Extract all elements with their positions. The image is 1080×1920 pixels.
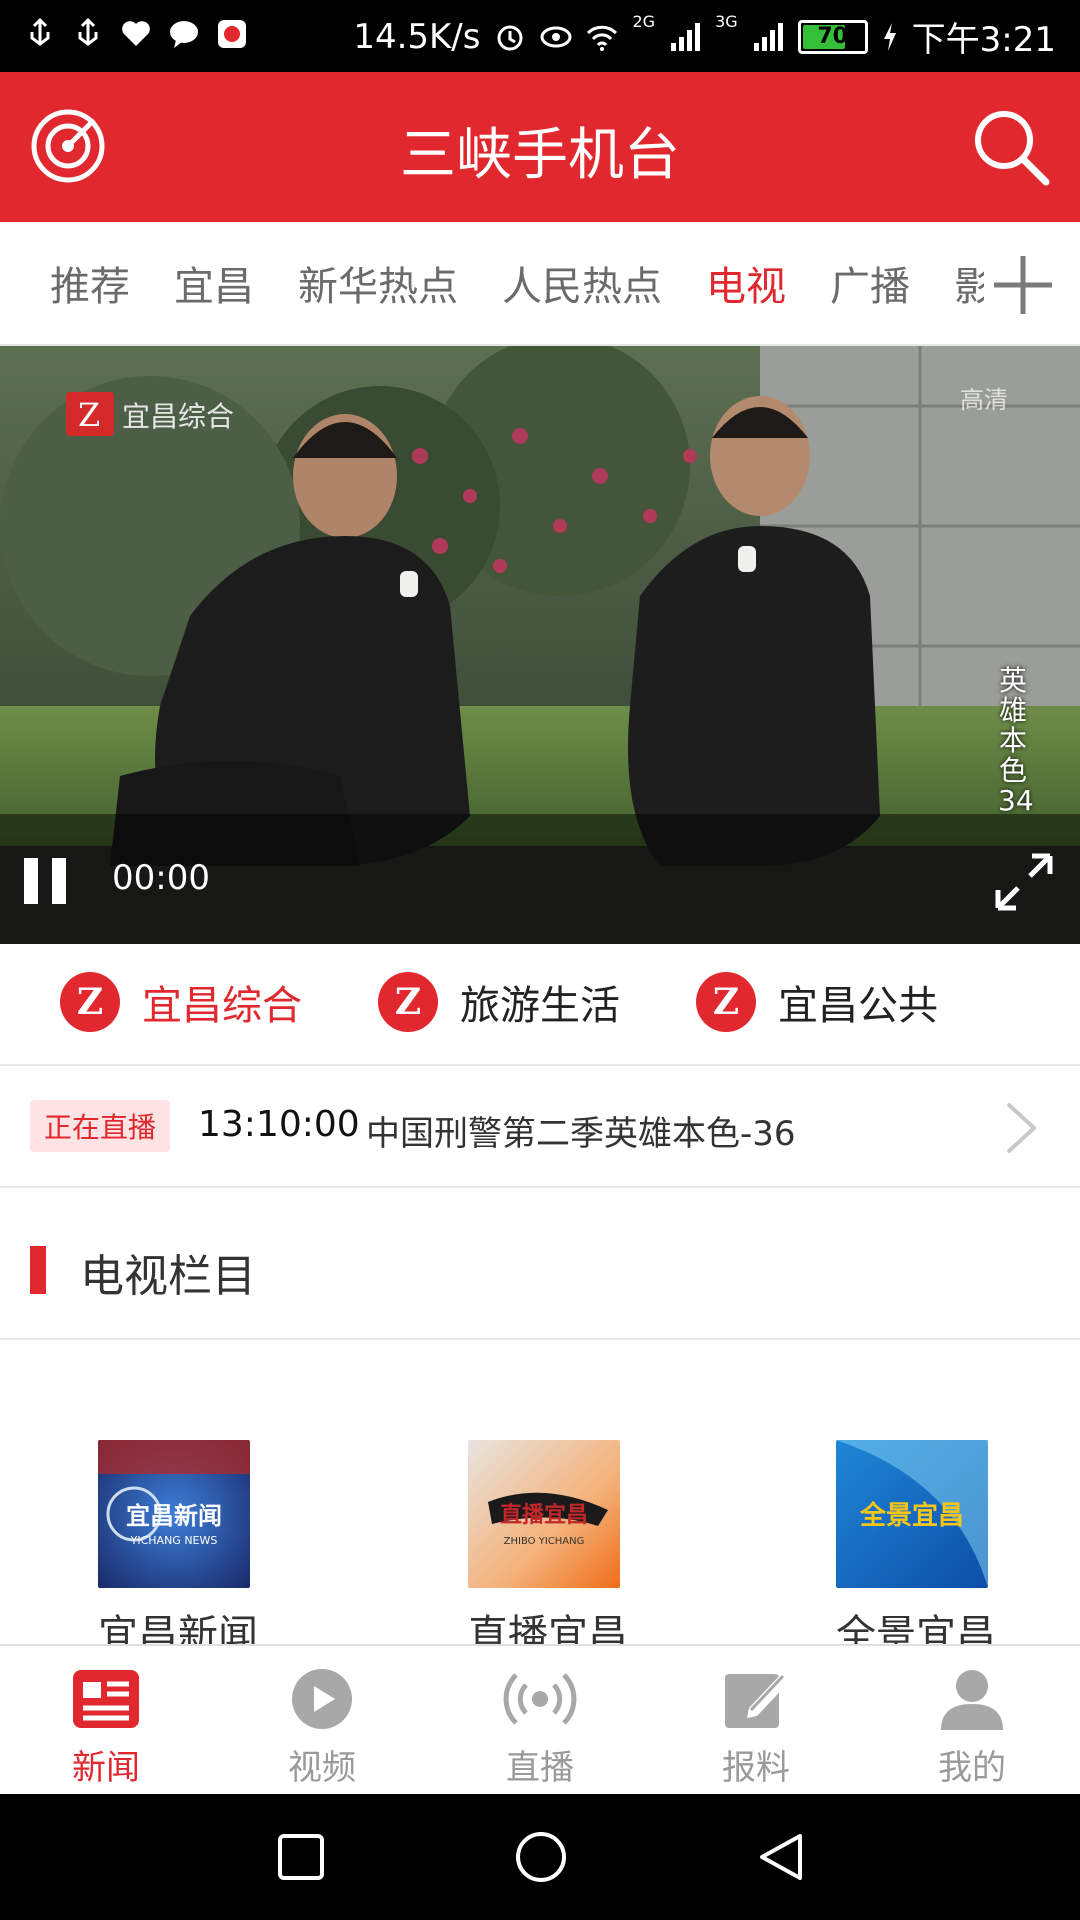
app-header: 三峡手机台 [0,72,1080,222]
category-tabs: 推荐 宜昌 新华热点 人民热点 电视 广播影 [0,222,1080,346]
program-thumb-text-0: 宜昌新闻 [126,1502,222,1530]
edit-icon [725,1674,789,1728]
battery-level: 70 [817,24,848,49]
tab-2[interactable]: 新华热点 [298,254,458,312]
status-bar: 14.5K/s 2G 3G 70 下午3:21 [0,0,1080,72]
channel-logo-icon: Z [60,972,120,1032]
channel-logo-icon: Z [378,972,438,1032]
chat-icon [170,21,198,48]
tv-program-grid: 宜昌新闻 YICHANG NEWS 宜昌新闻 直播宜昌 ZHIBO YICHAN… [0,1370,1080,1644]
nav-item-live[interactable]: 直播 [480,1668,600,1789]
channel-logo-icon: Z [696,972,756,1032]
battery-icon: 70 [797,19,868,54]
program-label-0: 宜昌新闻 [98,1612,258,1644]
channel-selector: Z 宜昌综合 Z 旅游生活 Z 宜昌公共 [0,944,1080,1066]
program-tile-1[interactable]: 直播宜昌 ZHIBO YICHANG 直播宜昌 [468,1440,628,1644]
nav-item-news[interactable]: 新闻 [46,1668,166,1789]
play-icon [292,1669,352,1729]
health-icon [122,21,150,46]
signal-2g-label: 2G [632,12,656,31]
nav-item-video[interactable]: 视频 [262,1668,382,1789]
program-thumb-text-1: 直播宜昌 [500,1502,588,1528]
nav-label-report: 报料 [722,1748,790,1788]
channel-label-1: 旅游生活 [460,983,620,1029]
program-label-1: 直播宜昌 [468,1612,628,1644]
recent-apps-icon[interactable] [276,1832,326,1882]
program-thumb-2: 全景宜昌 [836,1440,988,1588]
svg-text:Z: Z [78,396,100,434]
video-vertical-title: 英雄本色34 [998,664,1034,817]
tab-3[interactable]: 人民热点 [502,254,662,312]
nav-label-me: 我的 [938,1748,1006,1788]
nav-item-report[interactable]: 报料 [696,1668,816,1789]
back-icon[interactable] [756,1830,806,1884]
program-tile-2[interactable]: 全景宜昌 全景宜昌 [836,1440,996,1644]
usb-debug-icon [78,18,98,46]
usb-icon [30,18,50,46]
section-title: 电视栏目 [80,1251,256,1302]
tab-0[interactable]: 推荐 [50,254,130,312]
now-playing-row[interactable]: 正在直播 13:10:00 中国刑警第二季英雄本色-36 [0,1066,1080,1188]
program-label-2: 全景宜昌 [836,1612,996,1644]
video-watermark: 高清 [960,386,1008,414]
live-program-title: 中国刑警第二季英雄本色-36 [366,1114,796,1154]
program-thumb-1: 直播宜昌 ZHIBO YICHANG [468,1440,620,1588]
signal-icon-2 [753,22,783,51]
wifi-icon [587,25,618,51]
program-thumb-0: 宜昌新闻 YICHANG NEWS [98,1440,250,1588]
channel-item-2[interactable]: Z 宜昌公共 [696,972,938,1032]
section-accent-bar [30,1246,46,1294]
signal-icon [671,22,701,51]
search-icon[interactable] [972,108,1050,186]
alarm-icon [497,25,523,50]
status-right: 14.5K/s 2G 3G 70 下午3:21 [353,12,1056,61]
broadcast-icon [503,1673,577,1725]
program-thumb-sub-0: YICHANG NEWS [130,1534,218,1547]
nav-label-video: 视频 [288,1748,356,1788]
channel-label-2: 宜昌公共 [778,983,938,1029]
nav-label-live: 直播 [506,1748,574,1788]
program-thumb-sub-1: ZHIBO YICHANG [504,1536,585,1547]
tab-5[interactable]: 广播 [830,254,910,312]
bottom-navigation: 新闻 视频 直播 报料 我的 [0,1644,1080,1796]
program-tile-0[interactable]: 宜昌新闻 YICHANG NEWS 宜昌新闻 [98,1440,258,1644]
program-thumb-text-2: 全景宜昌 [859,1500,964,1531]
video-controls: 00:00 [0,814,1080,944]
channel-label-0: 宜昌综合 [142,983,302,1029]
video-channel-overlay: 宜昌综合 [122,400,234,433]
pause-icon[interactable] [24,858,70,904]
tab-4[interactable]: 电视 [706,254,786,312]
news-icon [73,1670,139,1728]
clock: 下午3:21 [911,20,1056,60]
eye-icon [540,26,572,47]
video-time: 00:00 [112,858,210,898]
weibo-icon [218,20,246,48]
tab-list: 推荐 宜昌 新华热点 人民热点 电视 广播影 [0,222,994,344]
chevron-right-icon [1006,1102,1037,1154]
status-left-icons [24,18,248,50]
tab-1[interactable]: 宜昌 [174,254,254,312]
channel-item-0[interactable]: Z 宜昌综合 [60,972,302,1032]
tv-programs-header: 电视栏目 [0,1188,1080,1340]
live-time: 13:10:00 [198,1104,360,1145]
channel-item-1[interactable]: Z 旅游生活 [378,972,620,1032]
fullscreen-icon[interactable] [992,850,1056,914]
system-navigation [0,1794,1080,1920]
live-badge: 正在直播 [30,1100,171,1152]
video-player[interactable]: Z 宜昌综合 高清 英雄本色34 00:00 [0,346,1080,944]
plus-icon[interactable] [984,246,1062,324]
charging-icon [883,22,896,51]
nav-label-news: 新闻 [72,1748,140,1788]
nav-item-me[interactable]: 我的 [912,1668,1032,1789]
home-icon[interactable] [514,1830,568,1884]
net-speed: 14.5K/s [353,16,481,57]
signal-3g-label: 3G [715,12,738,31]
page-title: 三峡手机台 [400,123,680,188]
user-icon [941,1670,1003,1730]
